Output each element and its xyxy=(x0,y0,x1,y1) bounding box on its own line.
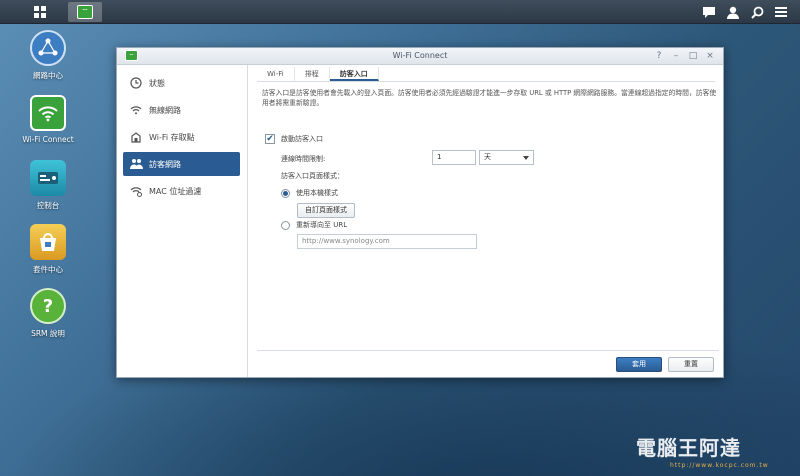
local-style-radio[interactable] xyxy=(281,188,290,198)
search-button[interactable] xyxy=(746,3,768,21)
sidebar-item-mac-filter[interactable]: MAC 位址過濾 xyxy=(123,179,240,203)
apply-button[interactable]: 套用 xyxy=(616,357,662,372)
timeout-label-text: 連線時間限制: xyxy=(281,155,326,163)
watermark-text: 電腦王阿達 xyxy=(636,436,741,460)
sidebar-item-label: Wi-Fi 存取點 xyxy=(149,132,195,142)
watermark-logo: 電腦王阿達 http://www.kocpc.com.tw xyxy=(636,432,796,472)
tab-bar: Wi-Fi 排程 訪客入口 xyxy=(257,67,715,82)
sidebar-item-access-point[interactable]: Wi-Fi 存取點 xyxy=(123,125,240,149)
help-icon: ? xyxy=(30,288,66,324)
main-content: Wi-Fi 排程 訪客入口 訪客入口是訪客使用者會先載入的登入頁面。訪客使用者必… xyxy=(249,65,723,377)
maximize-button[interactable]: □ xyxy=(687,50,699,62)
customize-page-button[interactable]: 自訂頁面樣式 xyxy=(297,203,355,218)
sidebar: 狀態 無線網路 Wi-Fi 存取點 訪客網路 MAC 位址過濾 xyxy=(117,65,248,377)
mac-filter-icon xyxy=(129,184,143,198)
desktop-icon-wifi-connect[interactable]: Wi-Fi Connect xyxy=(13,95,83,144)
network-center-icon xyxy=(30,30,66,66)
option-redirect-row: 重新導向至 URL xyxy=(281,220,347,230)
control-panel-icon xyxy=(30,160,66,196)
guest-portal-description: 訪客入口是訪客使用者會先載入的登入頁面。訪客使用者必須先經過驗證才能進一步存取 … xyxy=(262,89,717,107)
desktop-icon-label: Wi-Fi Connect xyxy=(22,135,74,144)
enable-guest-portal-row: ✔ 啟動訪客入口 xyxy=(265,134,323,144)
footer-divider xyxy=(257,350,719,351)
guest-network-icon xyxy=(129,157,143,171)
sidebar-item-status[interactable]: 狀態 xyxy=(123,71,240,95)
wifi-icon xyxy=(129,103,143,117)
chat-button[interactable] xyxy=(698,3,720,21)
user-icon xyxy=(727,6,739,19)
desktop-icon-label: 網路中心 xyxy=(33,71,63,80)
options-button[interactable] xyxy=(770,3,792,21)
window-titlebar[interactable]: ⌔ Wi-Fi Connect ? – □ × xyxy=(117,48,723,65)
timeout-unit-value: 天 xyxy=(484,153,491,161)
sidebar-item-label: 狀態 xyxy=(149,78,165,88)
timeout-unit-select[interactable]: 天 xyxy=(479,150,534,165)
desktop-icon-label: 控制台 xyxy=(36,201,60,210)
option-local-style-row: 使用本機樣式 xyxy=(281,188,338,198)
window-title: Wi-Fi Connect xyxy=(392,51,448,60)
redirect-url-radio[interactable] xyxy=(281,220,290,230)
sidebar-item-guest-network[interactable]: 訪客網路 xyxy=(123,152,240,176)
taskbar-app-wifi-connect[interactable]: ⌔ xyxy=(68,2,102,22)
desktop-icon-label: 套件中心 xyxy=(33,265,63,274)
enable-guest-portal-label: 啟動訪客入口 xyxy=(281,135,323,143)
minimize-button[interactable]: – xyxy=(670,50,682,62)
options-icon xyxy=(775,7,787,17)
portal-style-label-text: 訪客入口頁面樣式： xyxy=(281,172,344,180)
portal-style-label: 訪客入口頁面樣式： xyxy=(281,171,344,181)
package-center-icon xyxy=(30,224,66,260)
enable-guest-portal-checkbox[interactable]: ✔ xyxy=(265,134,275,144)
desktop-icon-network-center[interactable]: 網路中心 xyxy=(13,30,83,81)
redirect-url-input[interactable]: http://www.synology.com xyxy=(297,234,477,249)
chevron-down-icon xyxy=(523,156,529,160)
local-style-label: 使用本機樣式 xyxy=(296,189,338,197)
timeout-label: 連線時間限制: xyxy=(281,154,325,164)
redirect-url-label: 重新導向至 URL xyxy=(296,221,348,229)
sidebar-item-label: 訪客網路 xyxy=(149,159,181,169)
access-point-icon xyxy=(129,130,143,144)
timeout-input[interactable]: 1 xyxy=(432,150,476,165)
main-menu-button[interactable] xyxy=(26,2,54,22)
help-button[interactable]: ? xyxy=(653,50,665,62)
user-button[interactable] xyxy=(722,3,744,21)
close-button[interactable]: × xyxy=(704,50,716,62)
search-icon xyxy=(750,6,763,19)
sidebar-item-label: 無線網路 xyxy=(149,105,181,115)
desktop-icon-help[interactable]: ? SRM 說明 xyxy=(13,288,83,339)
taskbar: ⌔ xyxy=(0,0,800,24)
tab-schedule[interactable]: 排程 xyxy=(295,67,330,81)
chat-icon xyxy=(703,6,715,18)
tab-guest-portal[interactable]: 訪客入口 xyxy=(329,67,379,81)
sidebar-item-label: MAC 位址過濾 xyxy=(149,186,202,196)
status-clock-icon xyxy=(129,76,143,90)
grid-icon xyxy=(34,6,46,18)
desktop-icon-control-panel[interactable]: 控制台 xyxy=(13,160,83,211)
desktop-icon-package-center[interactable]: 套件中心 xyxy=(13,224,83,275)
desktop-icon-label: SRM 說明 xyxy=(31,329,65,338)
tab-wifi[interactable]: Wi-Fi xyxy=(257,67,295,81)
reset-button[interactable]: 重置 xyxy=(668,357,714,372)
wifi-icon: ⌔ xyxy=(77,5,93,19)
wifi-connect-window: ⌔ Wi-Fi Connect ? – □ × 狀態 無線網路 Wi-Fi 存取… xyxy=(116,47,724,378)
sidebar-item-wireless[interactable]: 無線網路 xyxy=(123,98,240,122)
wifi-icon xyxy=(30,95,66,131)
watermark-url: http://www.kocpc.com.tw xyxy=(670,462,769,469)
